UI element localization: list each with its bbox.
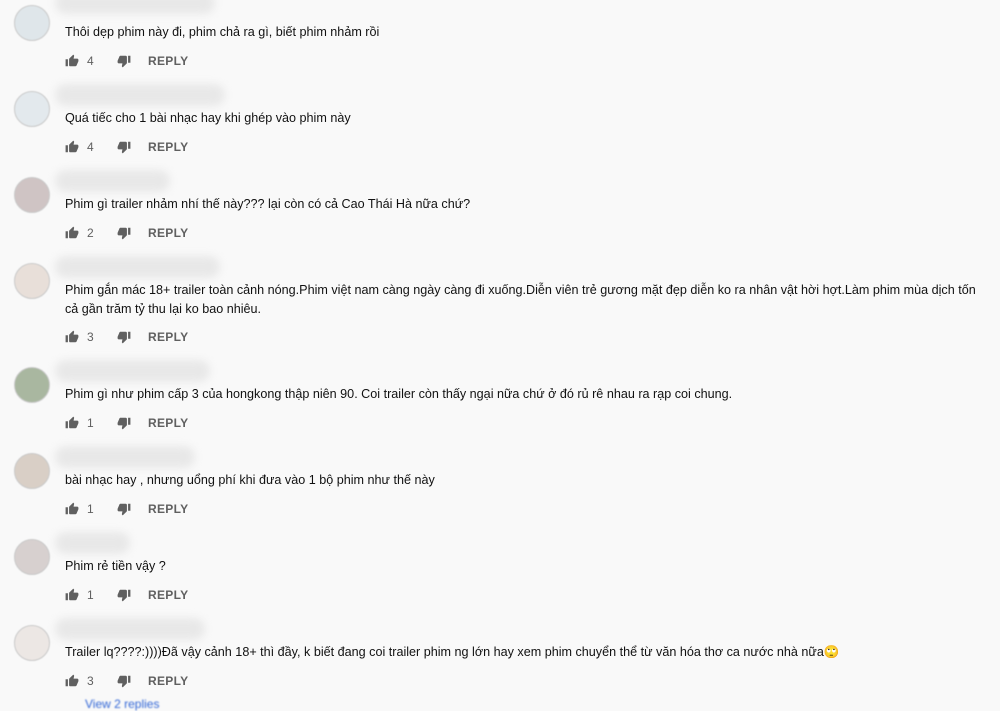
thumbs-up-icon[interactable] [65,226,79,240]
thumbs-down-icon[interactable] [117,226,131,240]
reply-button[interactable]: REPLY [148,226,188,240]
comment-actions: 2 REPLY [65,224,188,242]
comment-text: Quá tiếc cho 1 bài nhạc hay khi ghép vào… [65,111,351,125]
avatar[interactable] [14,5,50,41]
reply-button[interactable]: REPLY [148,54,188,68]
avatar[interactable] [14,625,50,661]
avatar[interactable] [14,177,50,213]
thumbs-down-icon[interactable] [117,674,131,688]
author-name-blurred[interactable] [55,84,225,106]
avatar[interactable] [14,263,50,299]
thumbs-down-icon[interactable] [117,54,131,68]
comment-actions: 1 REPLY [65,500,188,518]
avatar[interactable] [14,91,50,127]
like-count: 3 [87,674,94,688]
thumbs-up-icon[interactable] [65,330,79,344]
avatar[interactable] [14,539,50,575]
comment-text: bài nhạc hay , nhưng uổng phí khi đưa và… [65,473,435,487]
thumbs-down-icon[interactable] [117,588,131,602]
comment-item: bài nhạc hay , nhưng uổng phí khi đưa và… [0,446,1000,534]
comment-item: Trailer lq????:))))Đã vậy cảnh 18+ thì đ… [0,618,1000,706]
comment-actions: 1 REPLY [65,586,188,604]
author-name-blurred[interactable] [55,618,205,640]
comment-item: Phim rẻ tiền vậy ? 1 REPLY [0,532,1000,620]
thumbs-down-icon[interactable] [117,416,131,430]
thumbs-up-icon[interactable] [65,588,79,602]
thumbs-down-icon[interactable] [117,140,131,154]
thumbs-up-icon[interactable] [65,416,79,430]
avatar[interactable] [14,453,50,489]
comment-actions: 3 REPLY [65,328,188,346]
thumbs-down-icon[interactable] [117,502,131,516]
comment-item: Thôi dẹp phim này đi, phim chả ra gì, bi… [0,0,1000,86]
like-count: 1 [87,416,94,430]
comment-actions: 3 REPLY [65,672,188,690]
reply-button[interactable]: REPLY [148,502,188,516]
comment-text: Phim gắn mác 18+ trailer toàn cảnh nóng.… [65,283,976,316]
author-name-blurred[interactable] [55,256,220,278]
thumbs-down-icon[interactable] [117,330,131,344]
comment-actions: 1 REPLY [65,414,188,432]
reply-button[interactable]: REPLY [148,588,188,602]
author-name-blurred[interactable] [55,0,215,14]
view-replies-link[interactable]: View 2 replies [85,697,159,711]
comment-actions: 4 REPLY [65,52,188,70]
author-name-blurred[interactable] [55,170,170,192]
like-count: 3 [87,330,94,344]
thumbs-up-icon[interactable] [65,502,79,516]
like-count: 1 [87,588,94,602]
comment-text: Phim rẻ tiền vậy ? [65,559,166,573]
thumbs-up-icon[interactable] [65,140,79,154]
reply-button[interactable]: REPLY [148,330,188,344]
reply-button[interactable]: REPLY [148,416,188,430]
reply-button[interactable]: REPLY [148,140,188,154]
reply-button[interactable]: REPLY [148,674,188,688]
like-count: 4 [87,54,94,68]
avatar[interactable] [14,367,50,403]
thumbs-up-icon[interactable] [65,54,79,68]
comment-text: Thôi dẹp phim này đi, phim chả ra gì, bi… [65,25,380,39]
comment-item: Phim gì trailer nhảm nhí thế này??? lại … [0,170,1000,258]
like-count: 1 [87,502,94,516]
comment-item: Phim gì như phim cấp 3 của hongkong thập… [0,360,1000,448]
author-name-blurred[interactable] [55,532,130,554]
comment-actions: 4 REPLY [65,138,188,156]
thumbs-up-icon[interactable] [65,674,79,688]
author-name-blurred[interactable] [55,360,210,382]
comment-item: Phim gắn mác 18+ trailer toàn cảnh nóng.… [0,256,1000,362]
author-name-blurred[interactable] [55,446,195,468]
comment-text: Trailer lq????:))))Đã vậy cảnh 18+ thì đ… [65,645,840,659]
comment-text: Phim gì như phim cấp 3 của hongkong thập… [65,387,733,401]
like-count: 4 [87,140,94,154]
comment-text: Phim gì trailer nhảm nhí thế này??? lại … [65,197,471,211]
comment-item: Quá tiếc cho 1 bài nhạc hay khi ghép vào… [0,84,1000,172]
like-count: 2 [87,226,94,240]
